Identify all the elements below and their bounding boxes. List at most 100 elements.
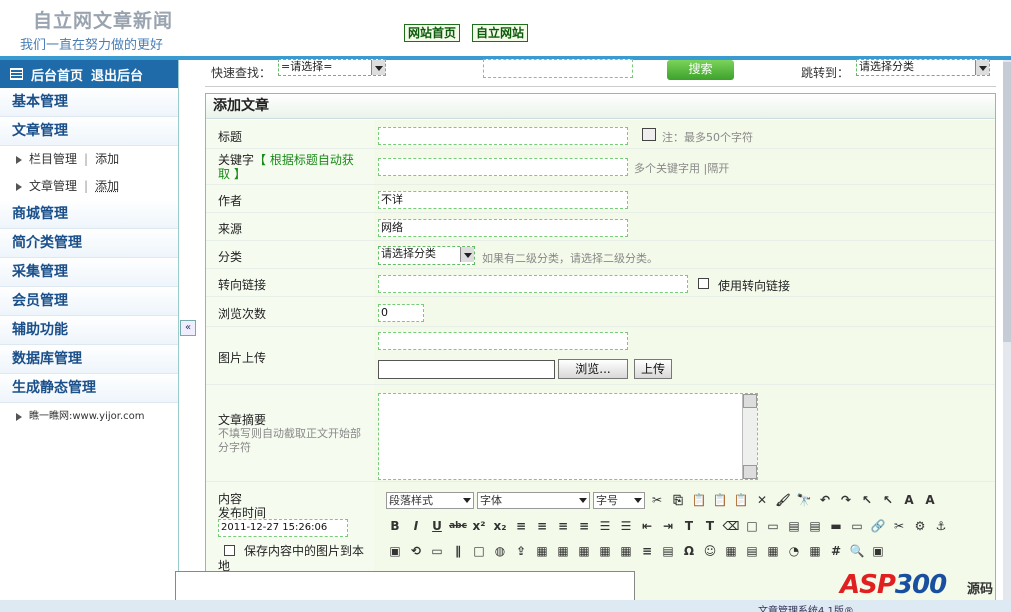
column-manage-link[interactable]: 栏目管理: [29, 146, 77, 173]
align-center-icon[interactable]: ≡: [533, 517, 551, 535]
pointer-icon[interactable]: ↖: [879, 491, 897, 509]
article-add-link[interactable]: 添加: [95, 173, 119, 200]
source-input[interactable]: 网络: [378, 219, 628, 237]
attachment-icon[interactable]: ∥: [449, 542, 467, 560]
omega-icon[interactable]: Ω: [680, 542, 698, 560]
search-button[interactable]: 搜索: [667, 60, 734, 80]
excel-icon[interactable]: ▦: [554, 542, 572, 560]
quick-find-select[interactable]: =请选择=: [278, 59, 386, 76]
paste-text-icon[interactable]: 📋: [711, 491, 729, 509]
upload-file-icon[interactable]: ⇪: [512, 542, 530, 560]
strikethrough-icon[interactable]: abc: [449, 517, 467, 535]
settings-icon[interactable]: ⚙: [911, 517, 929, 535]
code-icon[interactable]: ▤: [743, 542, 761, 560]
align-justify-icon[interactable]: ≡: [575, 517, 593, 535]
collapse-sidebar-button[interactable]: «: [180, 320, 196, 336]
form-icon[interactable]: ▤: [659, 542, 677, 560]
sidebar-group-articles[interactable]: 文章管理: [0, 117, 178, 146]
logout-link[interactable]: 退出后台: [91, 65, 143, 84]
paste-word-icon[interactable]: 📋: [732, 491, 750, 509]
copy-icon[interactable]: ⎘: [669, 491, 687, 509]
sidebar-group-collect[interactable]: 采集管理: [0, 258, 178, 287]
article-manage-link[interactable]: 文章管理: [29, 173, 77, 200]
find-icon[interactable]: 🔭: [795, 491, 813, 509]
category-select[interactable]: 请选择分类: [378, 246, 475, 265]
unlink-icon[interactable]: ✂: [890, 517, 908, 535]
file-input[interactable]: [378, 360, 555, 379]
browse-button[interactable]: 浏览...: [558, 359, 628, 379]
gallery-icon[interactable]: ▦: [596, 542, 614, 560]
underline-icon[interactable]: U: [428, 517, 446, 535]
table-icon[interactable]: ▤: [785, 517, 803, 535]
sidebar-group-intro[interactable]: 简介类管理: [0, 229, 178, 258]
marquee-icon[interactable]: ▦: [806, 542, 824, 560]
align-left-icon[interactable]: ≡: [512, 517, 530, 535]
unordered-list-icon[interactable]: ☰: [617, 517, 635, 535]
font-color-icon[interactable]: A: [900, 491, 918, 509]
sidebar-group-database[interactable]: 数据库管理: [0, 345, 178, 374]
clock-icon[interactable]: ◔: [785, 542, 803, 560]
smiley-icon[interactable]: ☺: [701, 542, 719, 560]
site-home-link[interactable]: 网站首页: [404, 24, 461, 42]
image-path-input[interactable]: [378, 332, 628, 350]
media-icon[interactable]: ▭: [428, 542, 446, 560]
superscript-icon[interactable]: x²: [470, 517, 488, 535]
flash-icon[interactable]: ⟲: [407, 542, 425, 560]
font-size-select[interactable]: 字号: [593, 491, 645, 509]
redirect-input[interactable]: [378, 275, 688, 293]
sidebar-group-shop[interactable]: 商城管理: [0, 200, 178, 229]
site-link[interactable]: 自立网站: [472, 24, 529, 42]
summary-textarea[interactable]: [378, 393, 758, 480]
upload-button[interactable]: 上传: [634, 359, 672, 379]
column-add-link[interactable]: 添加: [95, 146, 119, 173]
sidebar-group-basic[interactable]: 基本管理: [0, 88, 178, 117]
sidebar-group-tools[interactable]: 辅助功能: [0, 316, 178, 345]
template-icon[interactable]: ▦: [617, 542, 635, 560]
link-icon[interactable]: 🔗: [869, 517, 887, 535]
screenshot-icon[interactable]: ▦: [722, 542, 740, 560]
subscript-icon[interactable]: x₂: [491, 517, 509, 535]
eraser-icon[interactable]: ⌫: [722, 517, 740, 535]
paragraph-style-select[interactable]: 段落样式: [386, 491, 474, 509]
title-input[interactable]: [378, 127, 628, 145]
cut-icon[interactable]: ✂: [648, 491, 666, 509]
author-input[interactable]: 不详: [378, 191, 628, 209]
frame-icon[interactable]: □: [470, 542, 488, 560]
font-bgcolor-icon[interactable]: A: [921, 491, 939, 509]
chart-icon[interactable]: ▦: [533, 542, 551, 560]
paste-icon[interactable]: 📋: [690, 491, 708, 509]
delete-icon[interactable]: ✕: [753, 491, 771, 509]
keyword-input[interactable]: [378, 158, 628, 176]
format-brush-icon[interactable]: 🖌: [774, 491, 792, 509]
summary-scrollbar[interactable]: [742, 394, 757, 479]
views-input[interactable]: 0: [378, 304, 424, 322]
align-right-icon[interactable]: ≡: [554, 517, 572, 535]
select-icon[interactable]: ↖: [858, 491, 876, 509]
font-select[interactable]: 字体: [477, 491, 590, 509]
indent-icon[interactable]: ⇥: [659, 517, 677, 535]
table-props-icon[interactable]: ▤: [806, 517, 824, 535]
edit-box-icon[interactable]: [642, 128, 656, 141]
quick-search-input[interactable]: [483, 59, 633, 78]
sidebar-group-members[interactable]: 会员管理: [0, 287, 178, 316]
outdent-icon[interactable]: ⇤: [638, 517, 656, 535]
italic-icon[interactable]: I: [407, 517, 425, 535]
zoom-icon[interactable]: 🔍: [848, 542, 866, 560]
text-color-icon[interactable]: T: [680, 517, 698, 535]
text-bg-icon[interactable]: T: [701, 517, 719, 535]
grid-icon[interactable]: #: [827, 542, 845, 560]
input-field-icon[interactable]: ▭: [848, 517, 866, 535]
bold-icon[interactable]: B: [386, 517, 404, 535]
site-url-link[interactable]: 瞧一瞧网:www.yijor.com: [29, 403, 145, 430]
sidebar-group-static[interactable]: 生成静态管理: [0, 374, 178, 403]
publish-time-input[interactable]: 2011-12-27 15:26:06: [218, 519, 348, 537]
calendar-icon[interactable]: ▦: [764, 542, 782, 560]
grid-table-icon[interactable]: ▦: [575, 542, 593, 560]
page-scrollbar[interactable]: [1003, 60, 1011, 600]
jump-category-select[interactable]: 请选择分类: [856, 59, 990, 76]
fullscreen-icon[interactable]: ▣: [869, 542, 887, 560]
anchor-icon[interactable]: ⚓: [932, 517, 950, 535]
hr-icon[interactable]: ▬: [827, 517, 845, 535]
textbox-icon[interactable]: ▭: [764, 517, 782, 535]
absolute-position-icon[interactable]: □: [743, 517, 761, 535]
